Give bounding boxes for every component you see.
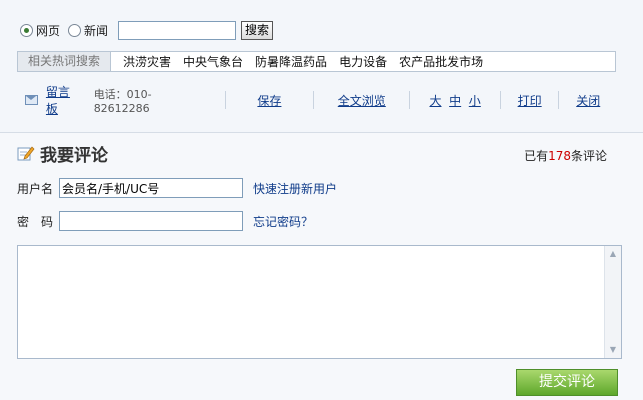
forgot-password-link[interactable]: 忘记密码？ [253,213,313,230]
radio-news-label: 新闻 [84,23,109,38]
article-toolbar: 留言板 电话：010-82612286 保存 全文浏览 大 中 小 打印 关闭 [17,85,617,116]
comment-count: 已有178条评论 [524,147,607,164]
font-large-button[interactable]: 大 [429,94,441,108]
comment-header: 我要评论 已有178条评论 [17,141,617,166]
radio-web[interactable]: 网页 [20,22,60,39]
textarea-scrollbar[interactable]: ▲ ▼ [604,246,621,358]
comment-count-suffix: 条评论 [570,149,607,163]
username-label: 用户名 [17,181,54,196]
username-input[interactable] [59,178,243,198]
font-medium-button[interactable]: 中 [449,94,461,108]
submit-comment-button[interactable]: 提交评论 [516,369,618,396]
search-row: 网页 新闻 搜索 [20,19,274,41]
hot-search-item[interactable]: 农产品批发市场 [399,53,483,70]
mail-icon [25,95,38,105]
fulltext-button[interactable]: 全文浏览 [338,94,386,108]
pencil-icon [17,146,35,161]
username-row: 用户名 快速注册新用户 [17,177,337,199]
hot-search-item[interactable]: 中央气象台 [183,53,243,70]
close-button[interactable]: 关闭 [576,94,600,108]
hot-search-bar: 相关热词搜索 洪涝灾害 中央气象台 防暑降温药品 电力设备 农产品批发市场 [17,51,616,72]
print-button[interactable]: 打印 [518,94,542,108]
save-button[interactable]: 保存 [257,94,281,108]
register-link[interactable]: 快速注册新用户 [253,180,337,197]
hot-search-item[interactable]: 洪涝灾害 [123,53,171,70]
hot-search-item[interactable]: 电力设备 [339,53,387,70]
phone-text: 电话：010-82612286 [93,87,152,115]
radio-checked-icon[interactable] [20,23,33,37]
comment-textarea[interactable]: ▲ ▼ [17,245,622,359]
search-button[interactable]: 搜索 [241,20,274,40]
scroll-down-icon[interactable]: ▼ [607,344,619,356]
password-row: 密 码 忘记密码？ [17,210,313,232]
top-panel: 网页 新闻 搜索 相关热词搜索 洪涝灾害 中央气象台 防暑降温药品 电力设备 农… [0,0,643,133]
font-small-button[interactable]: 小 [469,94,481,108]
scroll-up-icon[interactable]: ▲ [607,248,619,260]
password-input[interactable] [59,211,243,231]
radio-unchecked-icon[interactable] [68,23,82,37]
hot-search-item[interactable]: 防暑降温药品 [255,53,327,70]
radio-web-label: 网页 [36,23,61,38]
hot-search-label: 相关热词搜索 [18,52,112,71]
guestbook-link[interactable]: 留言板 [46,83,82,117]
radio-news[interactable]: 新闻 [68,22,108,39]
comment-count-prefix: 已有 [524,149,549,163]
search-input[interactable] [118,20,237,40]
password-label: 密 码 [17,214,54,229]
comment-title: 我要评论 [40,145,108,166]
comment-count-number: 178 [548,149,571,163]
